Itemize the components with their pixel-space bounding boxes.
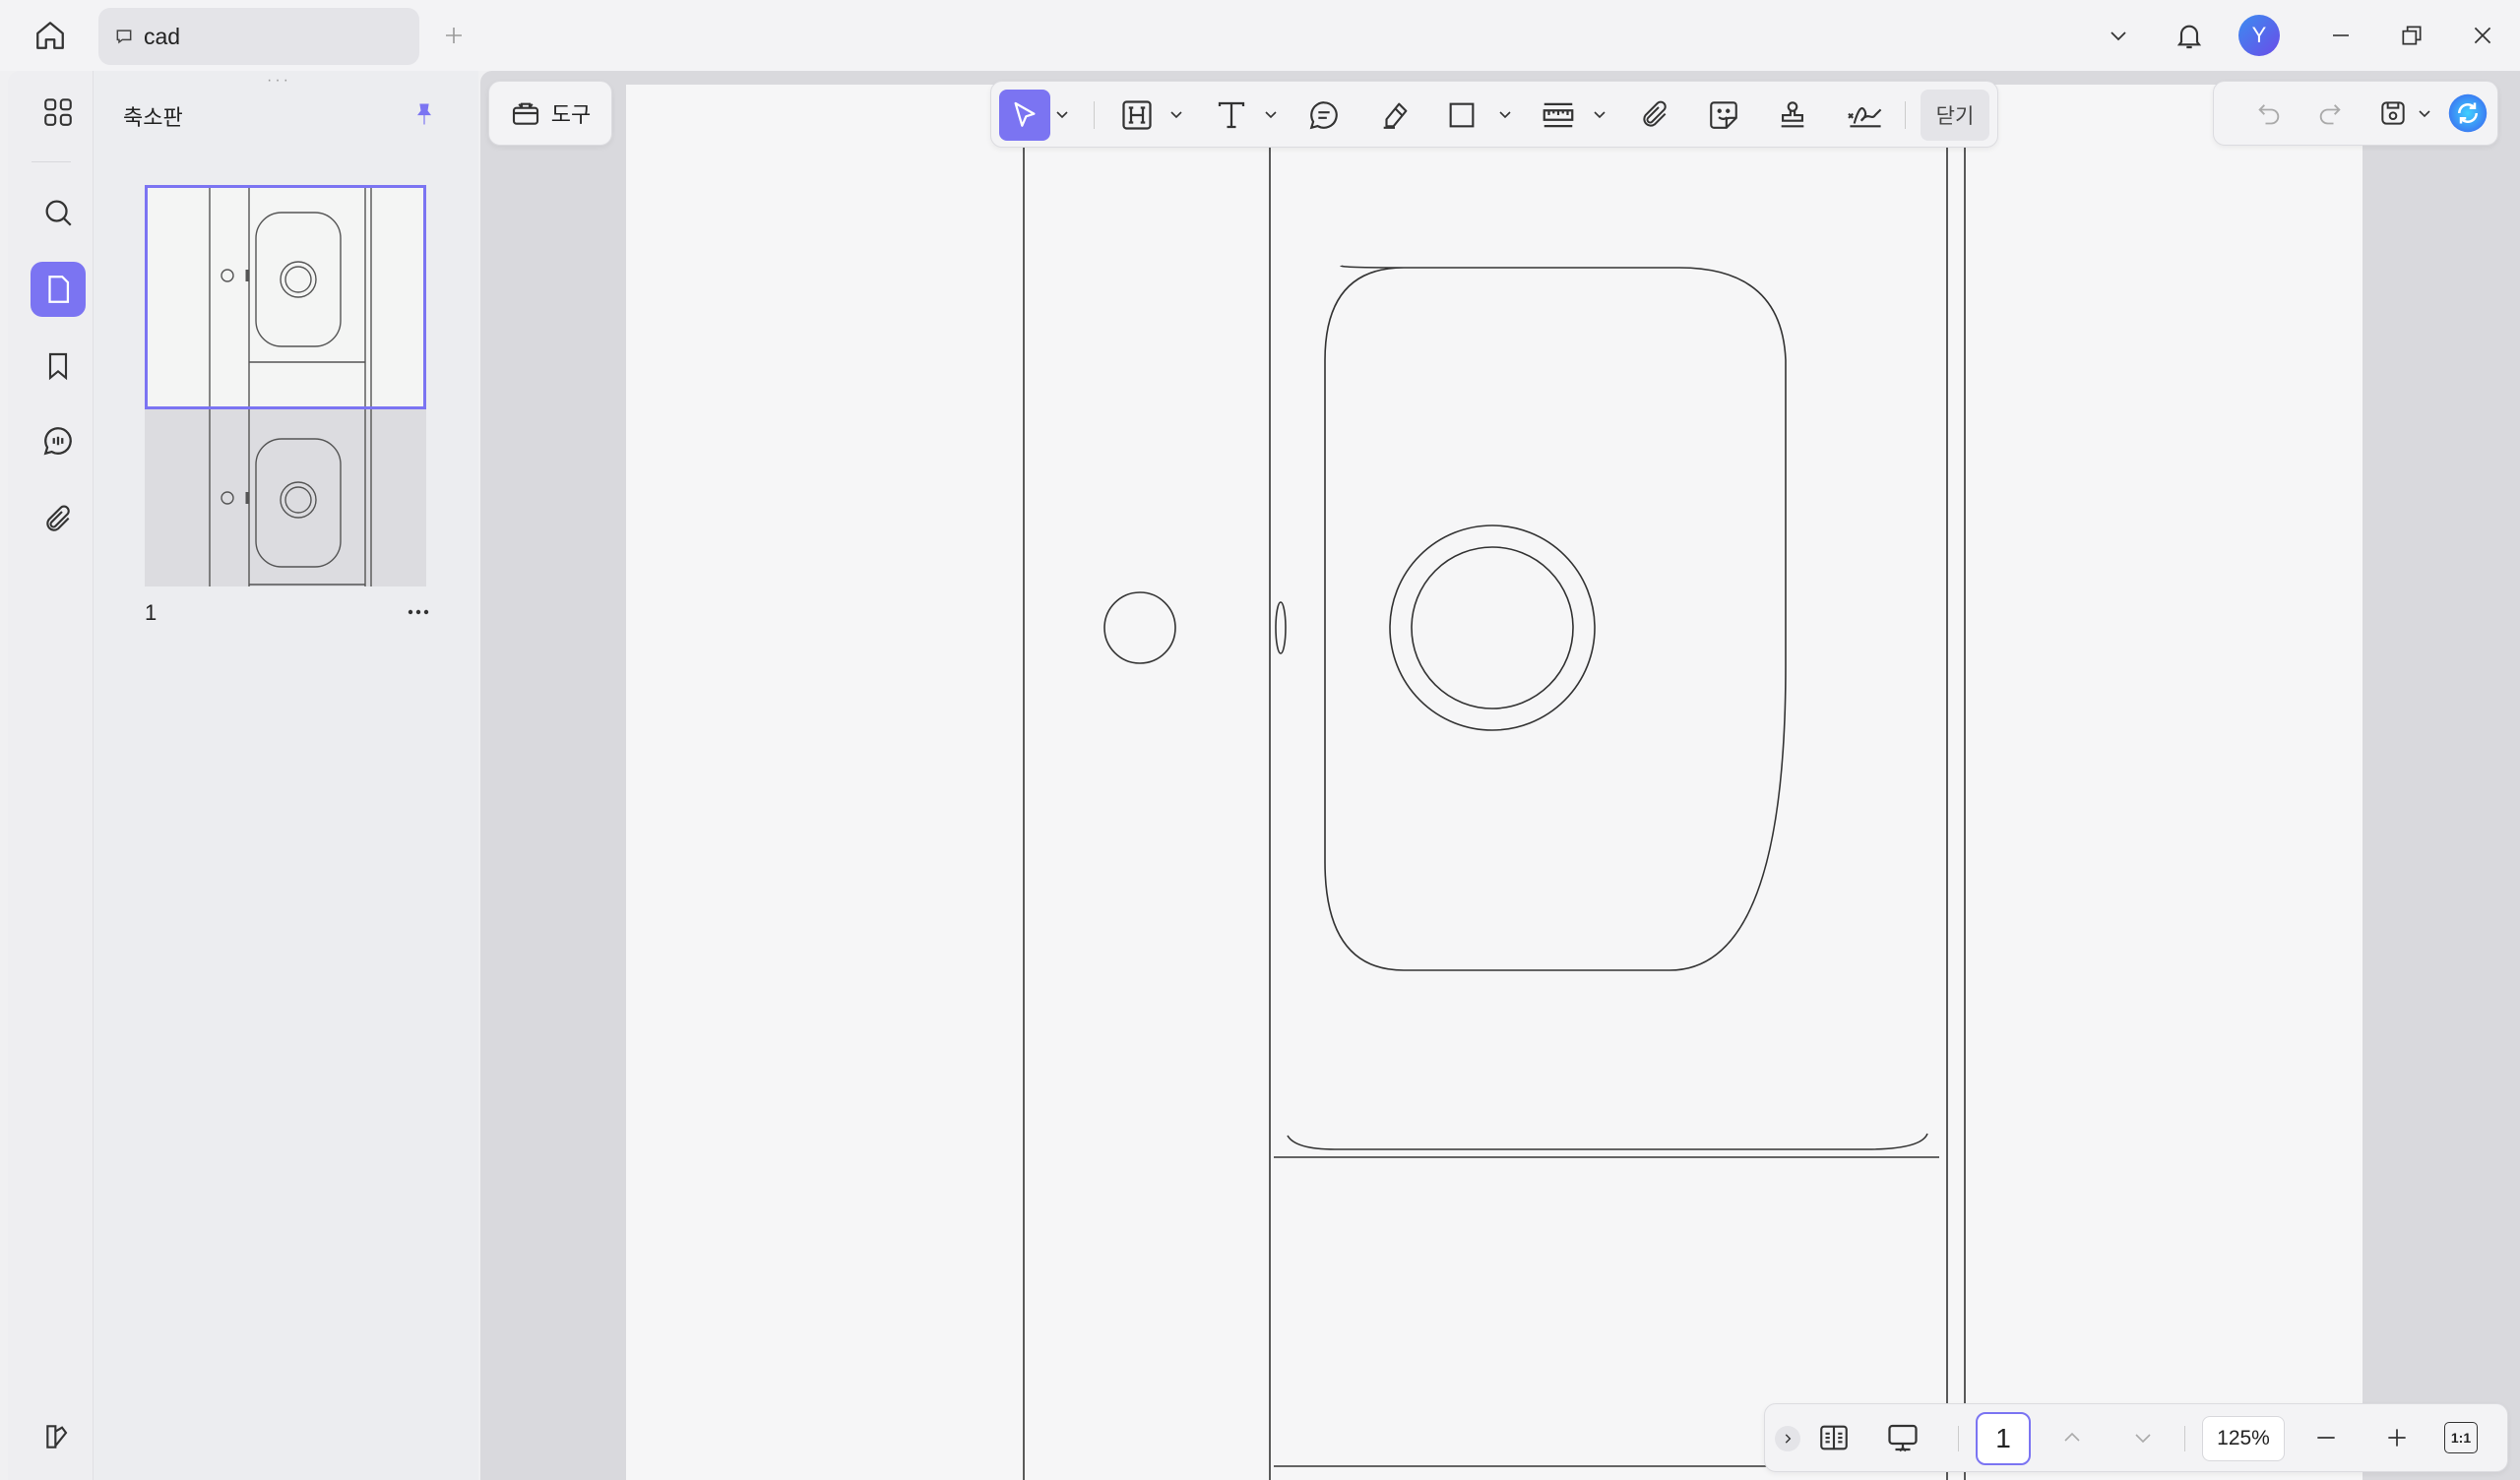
search-icon[interactable] [31, 185, 86, 240]
annotation-toolbar: 닫기 [990, 81, 1998, 148]
chevron-down-icon[interactable] [2117, 1412, 2169, 1463]
avatar[interactable]: Y [2238, 15, 2280, 56]
presentation-icon[interactable] [1877, 1412, 1928, 1463]
signature-icon[interactable] [1840, 90, 1891, 141]
restore-icon[interactable] [2394, 18, 2429, 53]
chevron-down-icon[interactable] [1168, 109, 1184, 121]
actual-size-button[interactable]: 1:1 [2444, 1422, 2478, 1453]
actual-size-label: 1:1 [2450, 1430, 2472, 1446]
actions-bar [2213, 81, 2498, 146]
bookmark-icon[interactable] [31, 339, 86, 394]
panel-drag-handle[interactable]: ··· [267, 73, 298, 89]
zoom-in-icon[interactable] [2371, 1412, 2423, 1463]
save-icon[interactable] [2367, 88, 2419, 139]
redo-icon[interactable] [2304, 88, 2356, 139]
title-bar: cad Y [0, 0, 2520, 71]
plus-icon[interactable] [437, 18, 471, 53]
close-icon[interactable] [2465, 18, 2500, 53]
chevron-down-icon[interactable] [1497, 109, 1513, 121]
left-rail [8, 71, 93, 1480]
bottom-bar: 1 125% 1:1 [1764, 1403, 2508, 1472]
home-icon[interactable] [28, 16, 73, 55]
expand-icon[interactable] [1775, 1426, 1800, 1451]
thumbnail-panel: ··· 축소판 1 [93, 71, 478, 1480]
chevron-down-icon[interactable] [1263, 109, 1279, 121]
tools-label: 도구 [550, 102, 592, 127]
chevron-down-icon[interactable] [1592, 109, 1607, 121]
sticker-icon[interactable] [1698, 90, 1749, 141]
comment-icon [114, 27, 134, 46]
toolbar-divider [1958, 1426, 1959, 1451]
chevron-down-icon[interactable] [2099, 18, 2138, 53]
minimize-icon[interactable] [2323, 18, 2359, 53]
apps-grid-icon[interactable] [31, 85, 86, 140]
rectangle-icon[interactable] [1436, 90, 1487, 141]
toolbar-divider [2184, 1426, 2185, 1451]
bell-icon[interactable] [2170, 16, 2209, 55]
comment-icon[interactable] [31, 413, 86, 468]
theme-icon[interactable] [31, 1409, 86, 1464]
zoom-out-icon[interactable] [2300, 1412, 2352, 1463]
chevron-up-icon[interactable] [2047, 1412, 2098, 1463]
chevron-down-icon[interactable] [1054, 109, 1070, 121]
highlight-h-icon[interactable] [1111, 90, 1163, 141]
pencil-icon[interactable] [1369, 90, 1420, 141]
paperclip-icon[interactable] [1629, 90, 1680, 141]
panel-title: 축소판 [123, 105, 183, 130]
tools-button[interactable]: 도구 [488, 81, 612, 146]
comment-icon[interactable] [1298, 90, 1350, 141]
more-icon[interactable] [401, 598, 436, 626]
chevron-down-icon[interactable] [2417, 108, 2432, 120]
document-page[interactable] [626, 85, 2362, 1480]
tab-label: cad [144, 23, 181, 49]
paperclip-icon[interactable] [31, 492, 86, 547]
document-tab[interactable]: cad [98, 8, 419, 65]
page-layout-icon[interactable] [1808, 1412, 1859, 1463]
select-tool[interactable] [999, 90, 1050, 141]
zoom-level[interactable]: 125% [2202, 1416, 2285, 1461]
pin-icon[interactable] [405, 94, 444, 134]
stamp-icon[interactable] [1767, 90, 1818, 141]
text-icon[interactable] [1206, 90, 1257, 141]
toolbar-divider [1905, 101, 1906, 129]
thumbnail-page-label: 1 [145, 600, 158, 625]
avatar-letter: Y [2251, 23, 2267, 47]
toolbox-icon [510, 97, 541, 129]
page-number-input[interactable]: 1 [1976, 1412, 2031, 1465]
ai-assistant-icon[interactable] [2442, 88, 2493, 139]
close-toolbar-button[interactable]: 닫기 [1921, 90, 1989, 141]
toolbar-divider [1094, 101, 1095, 129]
rail-divider [32, 161, 71, 162]
undo-icon[interactable] [2243, 88, 2295, 139]
ruler-icon[interactable] [1533, 90, 1584, 141]
page-icon[interactable] [31, 262, 86, 317]
page-thumbnail[interactable] [145, 185, 426, 586]
